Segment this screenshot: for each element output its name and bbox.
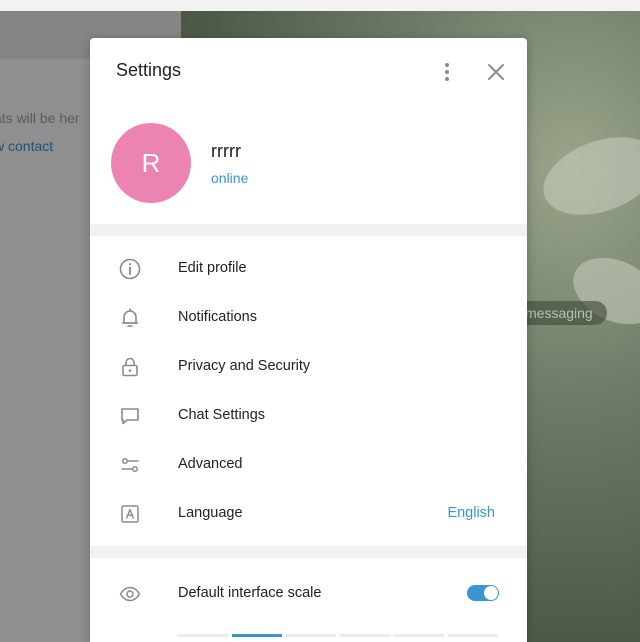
default-scale-toggle[interactable] bbox=[467, 585, 499, 601]
menu-item-edit-profile[interactable]: Edit profile bbox=[90, 245, 527, 294]
menu-item-label: Notifications bbox=[178, 309, 257, 325]
scale-step[interactable] bbox=[286, 634, 336, 637]
section-divider bbox=[90, 546, 527, 558]
more-options-button[interactable] bbox=[435, 60, 459, 84]
menu-item-privacy-security[interactable]: Privacy and Security bbox=[90, 343, 527, 392]
close-icon bbox=[488, 64, 504, 80]
language-value: English bbox=[447, 505, 495, 521]
menu-item-advanced[interactable]: Advanced bbox=[90, 441, 527, 490]
profile-status: online bbox=[211, 170, 249, 186]
settings-modal: Settings R rrrrr online Edit profile Not bbox=[90, 38, 527, 642]
eye-icon bbox=[119, 586, 141, 602]
interface-scale-row[interactable]: Default interface scale bbox=[90, 570, 527, 619]
background-flower-petal bbox=[532, 122, 640, 230]
scale-slider[interactable] bbox=[178, 634, 499, 638]
scale-step[interactable] bbox=[394, 634, 444, 637]
toggle-knob bbox=[484, 586, 498, 600]
window-top-bar bbox=[0, 0, 640, 11]
menu-item-label: Privacy and Security bbox=[178, 358, 311, 374]
empty-chats-hint: ats will be her bbox=[0, 110, 80, 126]
start-messaging-pill: messaging bbox=[515, 301, 607, 325]
scale-step[interactable] bbox=[448, 634, 498, 637]
menu-item-language[interactable]: Language English bbox=[90, 490, 527, 539]
lock-icon bbox=[122, 357, 138, 377]
language-icon bbox=[121, 505, 139, 523]
menu-item-label: Chat Settings bbox=[178, 407, 266, 423]
scale-step[interactable] bbox=[178, 634, 228, 637]
scale-step-active[interactable] bbox=[232, 634, 282, 637]
menu-item-notifications[interactable]: Notifications bbox=[90, 294, 527, 343]
scale-step[interactable] bbox=[340, 634, 390, 637]
info-icon bbox=[119, 258, 141, 280]
section-divider bbox=[90, 224, 527, 236]
modal-title: Settings bbox=[116, 60, 182, 80]
avatar[interactable]: R bbox=[111, 123, 191, 203]
menu-item-label: Language bbox=[178, 505, 243, 521]
menu-item-label: Advanced bbox=[178, 456, 243, 472]
new-contact-link[interactable]: w contact bbox=[0, 138, 53, 154]
interface-scale-label: Default interface scale bbox=[178, 585, 322, 601]
menu-item-chat-settings[interactable]: Chat Settings bbox=[90, 392, 527, 441]
sliders-icon bbox=[121, 457, 139, 473]
close-button[interactable] bbox=[484, 60, 508, 84]
bell-icon bbox=[121, 308, 139, 327]
menu-item-label: Edit profile bbox=[178, 260, 247, 276]
vertical-dots-icon bbox=[445, 63, 449, 81]
chat-bubble-icon bbox=[121, 408, 139, 425]
profile-name: rrrrr bbox=[211, 141, 241, 161]
